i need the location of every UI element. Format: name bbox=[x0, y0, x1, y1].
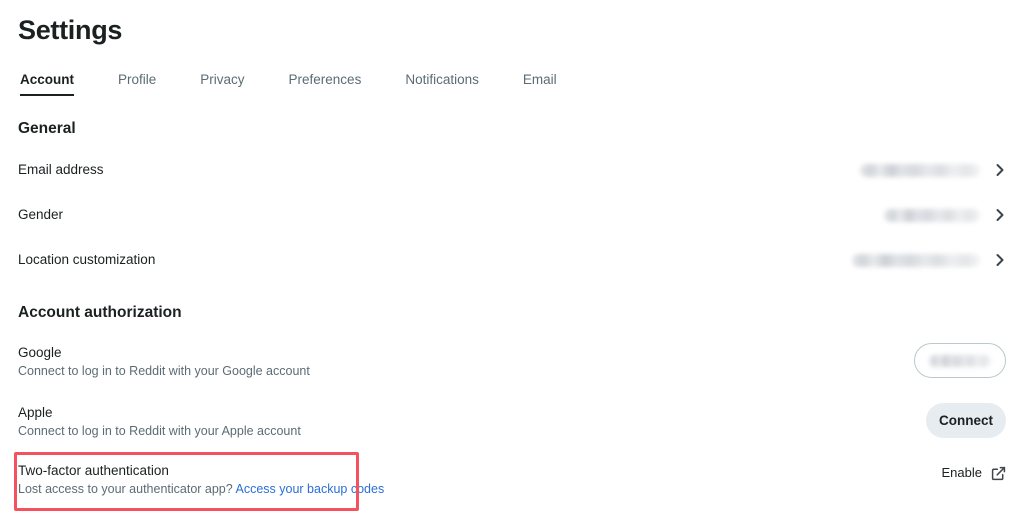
settings-tabs: Account Profile Privacy Preferences Noti… bbox=[20, 68, 557, 96]
row-gender[interactable]: Gender bbox=[18, 198, 1006, 232]
settings-page: Settings Account Profile Privacy Prefere… bbox=[0, 0, 1024, 526]
two-factor-subtitle: Lost access to your authenticator app? A… bbox=[18, 481, 384, 498]
row-label: Email address bbox=[18, 161, 104, 179]
row-value-group bbox=[852, 253, 1006, 267]
chevron-right-icon bbox=[994, 163, 1006, 177]
google-disconnect-button[interactable] bbox=[914, 343, 1006, 378]
row-label: Gender bbox=[18, 206, 63, 224]
tab-preferences[interactable]: Preferences bbox=[289, 72, 362, 96]
chevron-right-icon bbox=[994, 253, 1006, 267]
tab-privacy[interactable]: Privacy bbox=[200, 72, 244, 96]
redacted-value-email bbox=[860, 164, 980, 177]
section-heading-account-authorization: Account authorization bbox=[18, 303, 182, 323]
enable-label: Enable bbox=[942, 465, 982, 481]
page-title: Settings bbox=[18, 13, 122, 47]
apple-title: Apple bbox=[18, 404, 301, 422]
row-email-address[interactable]: Email address bbox=[18, 153, 1006, 187]
row-value-group bbox=[884, 208, 1006, 222]
google-title: Google bbox=[18, 344, 310, 362]
two-factor-text-group: Two-factor authentication Lost access to… bbox=[18, 458, 384, 498]
external-link-icon bbox=[991, 466, 1006, 481]
two-factor-enable-button[interactable]: Enable bbox=[942, 465, 1006, 481]
google-subtitle: Connect to log in to Reddit with your Go… bbox=[18, 363, 310, 380]
section-heading-general: General bbox=[18, 119, 76, 139]
two-factor-title: Two-factor authentication bbox=[18, 462, 384, 480]
row-google-authorization: Google Connect to log in to Reddit with … bbox=[18, 340, 1006, 384]
tab-profile[interactable]: Profile bbox=[118, 72, 156, 96]
apple-subtitle: Connect to log in to Reddit with your Ap… bbox=[18, 423, 301, 440]
tab-account[interactable]: Account bbox=[20, 72, 74, 96]
redacted-value-gender bbox=[884, 209, 980, 222]
row-value-group bbox=[860, 163, 1006, 177]
row-label: Location customization bbox=[18, 251, 155, 269]
google-text-group: Google Connect to log in to Reddit with … bbox=[18, 340, 310, 380]
two-factor-subtitle-text: Lost access to your authenticator app? bbox=[18, 482, 236, 496]
chevron-right-icon bbox=[994, 208, 1006, 222]
backup-codes-link[interactable]: Access your backup codes bbox=[236, 482, 385, 496]
tab-notifications[interactable]: Notifications bbox=[405, 72, 479, 96]
tab-email[interactable]: Email bbox=[523, 72, 557, 96]
row-apple-authorization: Apple Connect to log in to Reddit with y… bbox=[18, 400, 1006, 444]
redacted-value-location bbox=[852, 254, 980, 267]
redacted-button-label-google bbox=[929, 355, 991, 367]
row-two-factor-authentication: Two-factor authentication Lost access to… bbox=[18, 458, 1006, 506]
row-location-customization[interactable]: Location customization bbox=[18, 243, 1006, 277]
apple-connect-button[interactable]: Connect bbox=[926, 403, 1006, 438]
apple-text-group: Apple Connect to log in to Reddit with y… bbox=[18, 400, 301, 440]
